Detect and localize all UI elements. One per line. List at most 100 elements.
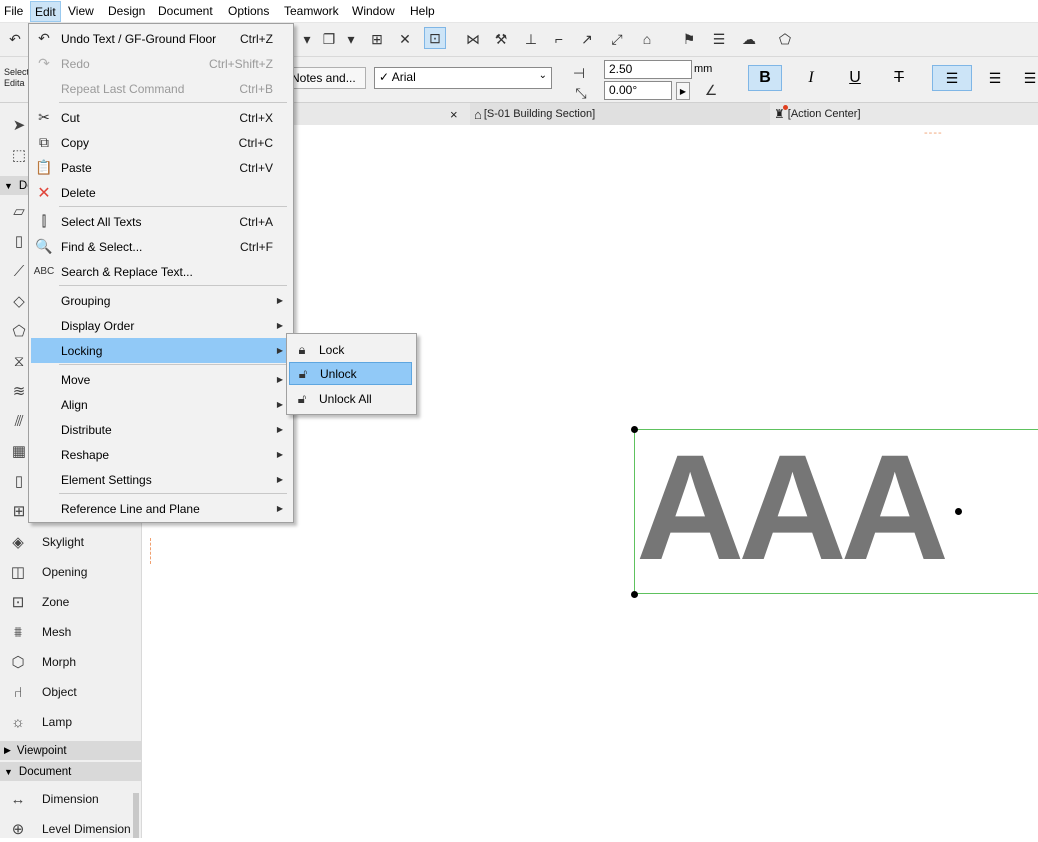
menu-item-move[interactable]: Move ▶ bbox=[31, 367, 289, 392]
menu-design[interactable]: Design bbox=[108, 4, 145, 18]
menu-document[interactable]: Document bbox=[158, 4, 213, 18]
text-size-field[interactable]: 2.50 bbox=[604, 60, 692, 79]
hammer-icon[interactable]: ⚒ bbox=[490, 28, 512, 50]
align-center-icon[interactable]: ☰ bbox=[978, 65, 1012, 91]
slab-icon[interactable]: ◇ bbox=[8, 291, 30, 311]
tool-dimension[interactable]: ↔ Dimension bbox=[0, 786, 141, 812]
roof-icon[interactable]: ⬠ bbox=[8, 321, 30, 341]
paste-icon: 📋 bbox=[35, 159, 53, 175]
menu-item-locking[interactable]: Locking ▶ bbox=[31, 338, 289, 363]
edit-menu: ↶ Undo Text / GF-Ground Floor Ctrl+Z ↷ Redo… bbox=[28, 23, 294, 523]
dropdown-arrow-icon[interactable]: ▾ bbox=[340, 28, 362, 50]
tool-zone-label: Zone bbox=[42, 595, 70, 609]
menu-item-find-select[interactable]: 🔍 Find & Select... Ctrl+F bbox=[31, 234, 289, 259]
text-angle-field[interactable]: 0.00° bbox=[604, 81, 672, 100]
selection-handle[interactable] bbox=[955, 508, 962, 515]
triangle-down-icon: ▼ bbox=[4, 766, 13, 777]
menu-item-distribute[interactable]: Distribute ▶ bbox=[31, 417, 289, 442]
flag-icon[interactable]: ⚑ bbox=[678, 28, 700, 50]
menu-item-element-settings[interactable]: Element Settings ▶ bbox=[31, 467, 289, 492]
menu-options[interactable]: Options bbox=[228, 4, 269, 18]
menu-item-repeat[interactable]: Repeat Last Command Ctrl+B bbox=[31, 76, 289, 101]
tool-level-dimension[interactable]: ⊕ Level Dimension bbox=[0, 816, 141, 842]
underline-button[interactable]: U bbox=[838, 65, 872, 91]
tool-object[interactable]: ⑁ Object bbox=[0, 679, 141, 705]
trim-icon[interactable]: ⋈ bbox=[462, 28, 484, 50]
strikethrough-button[interactable]: T bbox=[882, 65, 916, 91]
font-dropdown[interactable]: ✓ Arial ⌄ bbox=[374, 67, 552, 89]
snap-icon[interactable]: ✕ bbox=[394, 28, 416, 50]
align-right-icon[interactable]: ☰ bbox=[1022, 65, 1038, 91]
undo-icon[interactable]: ↶ bbox=[4, 28, 26, 50]
menu-item-display-order[interactable]: Display Order ▶ bbox=[31, 313, 289, 338]
menu-teamwork[interactable]: Teamwork bbox=[284, 4, 339, 18]
tab-action-center[interactable]: ♜ [Action Center] bbox=[770, 103, 1038, 125]
menu-help[interactable]: Help bbox=[410, 4, 435, 18]
tool-skylight[interactable]: ◈ Skylight bbox=[0, 529, 141, 555]
wall-icon[interactable]: ▱ bbox=[8, 201, 30, 221]
house-icon[interactable]: ⌂ bbox=[636, 28, 658, 50]
marquee-icon[interactable]: ⊡ bbox=[424, 27, 446, 49]
tool-opening[interactable]: ◫ Opening bbox=[0, 559, 141, 585]
angle-lock-icon[interactable]: ∠ bbox=[700, 79, 722, 101]
window-icon[interactable]: ⊞ bbox=[8, 501, 30, 521]
tool-lamp[interactable]: ☼ Lamp bbox=[0, 709, 141, 735]
tool-mesh[interactable]: ⩩ Mesh bbox=[0, 619, 141, 645]
menu-item-redo[interactable]: ↷ Redo Ctrl+Shift+Z bbox=[31, 51, 289, 76]
section-document-header[interactable]: ▼ Document bbox=[0, 762, 141, 781]
layer-icon[interactable]: ❐ bbox=[318, 28, 340, 50]
door-icon[interactable]: ▯ bbox=[8, 471, 30, 491]
submenu-item-lock[interactable]: 🔒︎ Lock bbox=[289, 338, 412, 361]
section-viewpoint-header[interactable]: ▶ Viewpoint bbox=[0, 741, 141, 760]
tab-close-button[interactable]: × bbox=[450, 103, 458, 125]
tool-zone[interactable]: ⊡ Zone bbox=[0, 589, 141, 615]
tool-morph[interactable]: ⬡ Morph bbox=[0, 649, 141, 675]
selection-handle[interactable] bbox=[631, 426, 638, 433]
scale-icon[interactable]: ⊞ bbox=[366, 28, 388, 50]
corner-icon[interactable]: ⌐ bbox=[548, 28, 570, 50]
menu-item-cut[interactable]: ✂ Cut Ctrl+X bbox=[31, 105, 289, 130]
curtain-wall-icon[interactable]: ▦ bbox=[8, 441, 30, 461]
stair-icon[interactable]: ≋ bbox=[8, 381, 30, 401]
fillet-icon[interactable]: ↗ bbox=[576, 28, 598, 50]
menu-item-reference-line[interactable]: Reference Line and Plane ▶ bbox=[31, 496, 289, 521]
cloud-icon[interactable]: ☁ bbox=[738, 28, 760, 50]
menu-item-search-replace[interactable]: ABC Search & Replace Text... bbox=[31, 259, 289, 284]
resize-icon[interactable]: ⤢ bbox=[606, 28, 628, 50]
menu-view[interactable]: View bbox=[68, 4, 94, 18]
marquee-select-icon[interactable]: ⬚ bbox=[8, 145, 30, 165]
menu-item-grouping[interactable]: Grouping ▶ bbox=[31, 288, 289, 313]
tab-section[interactable]: ⌂ [S-01 Building Section] bbox=[470, 103, 770, 125]
shape-check-icon[interactable]: ⬠ bbox=[774, 28, 796, 50]
submenu-item-unlock[interactable]: 🔓︎ Unlock bbox=[289, 362, 412, 385]
menu-item-copy[interactable]: ⧉ Copy Ctrl+C bbox=[31, 130, 289, 155]
menu-item-select-all-texts[interactable]: ⫿ Select All Texts Ctrl+A bbox=[31, 209, 289, 234]
shell-icon[interactable]: ⧖ bbox=[8, 351, 30, 371]
layer-dropdown[interactable]: Notes and... bbox=[288, 67, 366, 89]
lock-icon: 🔒︎ bbox=[298, 341, 306, 357]
menu-edit[interactable]: Edit bbox=[30, 1, 61, 22]
menu-item-paste[interactable]: 📋 Paste Ctrl+V bbox=[31, 155, 289, 180]
toolbox-scrollbar[interactable] bbox=[133, 793, 139, 838]
menu-file[interactable]: File bbox=[4, 4, 23, 18]
list-icon[interactable]: ☰ bbox=[708, 28, 730, 50]
column-icon[interactable]: ▯ bbox=[8, 231, 30, 251]
menu-item-undo[interactable]: ↶ Undo Text / GF-Ground Floor Ctrl+Z bbox=[31, 26, 289, 51]
play-icon[interactable]: ▶ bbox=[676, 82, 690, 100]
align-icon[interactable]: ⊥ bbox=[520, 28, 542, 50]
menu-window[interactable]: Window bbox=[352, 4, 395, 18]
dropdown-arrow-icon[interactable]: ▾ bbox=[296, 28, 318, 50]
arrow-select-icon[interactable]: ➤ bbox=[8, 115, 30, 135]
beam-icon[interactable]: ⟋ bbox=[8, 261, 30, 281]
railing-icon[interactable]: ⫻ bbox=[8, 411, 30, 431]
menu-item-delete[interactable]: ✕ Delete bbox=[31, 180, 289, 205]
bold-button[interactable]: B bbox=[748, 65, 782, 91]
menu-item-align[interactable]: Align ▶ bbox=[31, 392, 289, 417]
italic-button[interactable]: I bbox=[794, 65, 828, 91]
menu-item-reshape[interactable]: Reshape ▶ bbox=[31, 442, 289, 467]
triangle-down-icon: ▼ bbox=[4, 180, 13, 191]
align-left-icon[interactable]: ☰ bbox=[932, 65, 972, 91]
selection-handle[interactable] bbox=[631, 591, 638, 598]
submenu-item-unlock-all[interactable]: 🔓︎ Unlock All bbox=[289, 387, 412, 410]
canvas-text[interactable]: AAA bbox=[636, 432, 949, 582]
